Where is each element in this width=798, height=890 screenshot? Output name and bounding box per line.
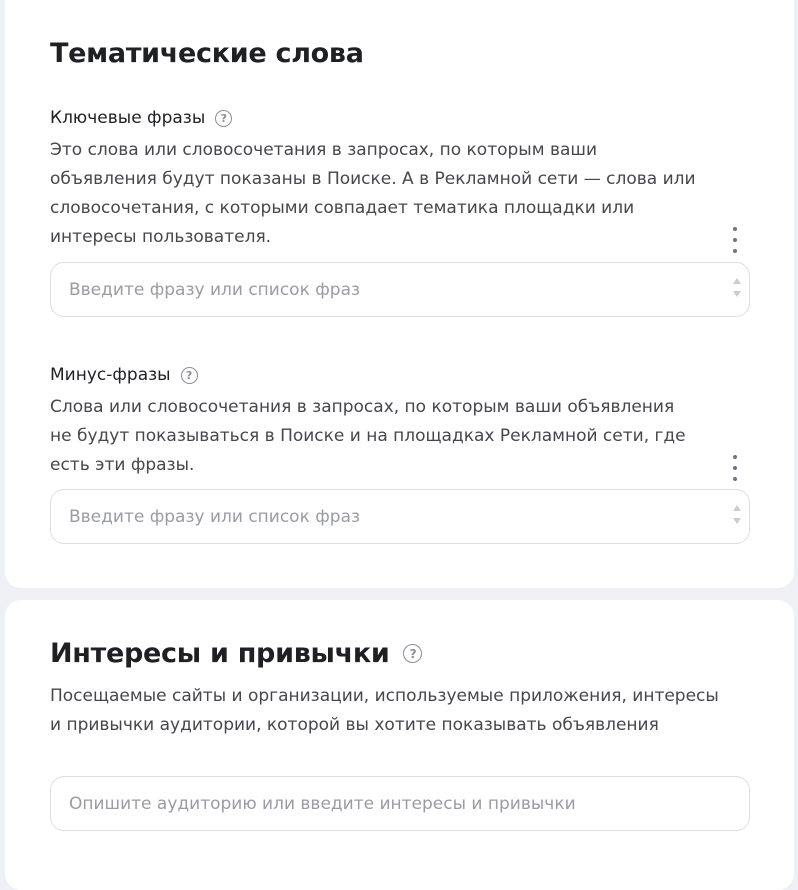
interests-input[interactable]	[69, 793, 731, 814]
key-phrases-description-line: Это слова или словосочетания в запросах,…	[50, 140, 597, 160]
minus-phrases-description: Слова или словосочетания в запросах, по …	[50, 393, 686, 480]
help-icon[interactable]: ?	[215, 109, 233, 127]
interests-section-title: Интересы и привычки	[50, 638, 390, 669]
up-down-arrows-icon[interactable]	[733, 278, 741, 297]
help-icon[interactable]: ?	[180, 366, 198, 384]
keywords-section-title: Тематические слова	[50, 38, 364, 69]
minus-phrases-description-line: есть эти фразы.	[50, 455, 195, 475]
key-phrases-field[interactable]	[50, 262, 750, 317]
key-phrases-description-line: объявления будут показаны в Поиске. А в …	[50, 169, 696, 189]
key-phrases-description-line: интересы пользователя.	[50, 227, 272, 247]
keywords-card: Тематические слова Ключевые фразы ? Это …	[5, 0, 794, 588]
kebab-menu-icon[interactable]	[732, 455, 738, 481]
kebab-menu-icon[interactable]	[732, 227, 738, 253]
minus-phrases-label: Минус-фразы	[50, 365, 171, 385]
key-phrases-description-line: словосочетания, с которыми совпадает тем…	[50, 198, 635, 218]
key-phrases-description: Это слова или словосочетания в запросах,…	[50, 136, 696, 252]
help-icon[interactable]: ?	[403, 644, 423, 663]
interests-field[interactable]	[50, 776, 750, 831]
minus-phrases-label-row: Минус-фразы ?	[50, 365, 198, 385]
interests-description: Посещаемые сайты и организации, использу…	[50, 682, 719, 740]
minus-phrases-input[interactable]	[69, 506, 731, 527]
up-down-arrows-icon[interactable]	[733, 505, 741, 524]
interests-description-line: и привычки аудитории, которой вы хотите …	[50, 715, 659, 735]
interests-description-line: Посещаемые сайты и организации, использу…	[50, 686, 719, 706]
key-phrases-label: Ключевые фразы	[50, 108, 206, 128]
interests-card: Интересы и привычки ? Посещаемые сайты и…	[5, 600, 794, 890]
minus-phrases-field[interactable]	[50, 489, 750, 544]
minus-phrases-description-line: не будут показываться в Поиске и на площ…	[50, 426, 686, 446]
key-phrases-label-row: Ключевые фразы ?	[50, 108, 233, 128]
key-phrases-input[interactable]	[69, 279, 731, 300]
interests-title-row: Интересы и привычки ?	[50, 638, 423, 669]
minus-phrases-description-line: Слова или словосочетания в запросах, по …	[50, 397, 675, 417]
